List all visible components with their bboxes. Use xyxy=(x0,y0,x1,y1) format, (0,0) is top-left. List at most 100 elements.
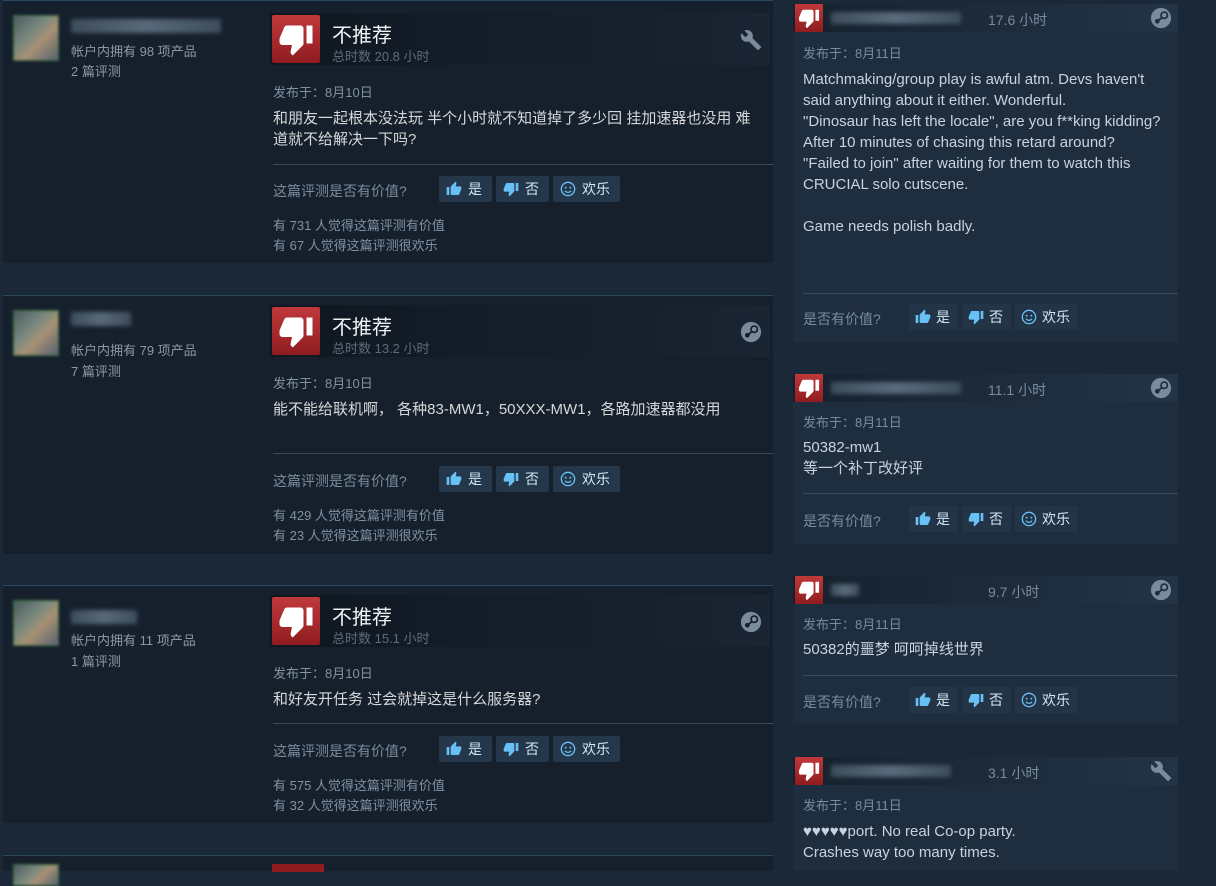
player-name[interactable] xyxy=(831,382,961,394)
divider xyxy=(803,675,1178,676)
thumbs-down-icon xyxy=(795,374,823,402)
wrench-icon xyxy=(1150,760,1172,782)
avatar[interactable] xyxy=(13,15,59,61)
vote-no-button[interactable]: 否 xyxy=(496,466,549,492)
vote-funny-label: 欢乐 xyxy=(1042,692,1070,708)
posted-date: 发布于：8月10日 xyxy=(273,376,373,391)
smiley-icon xyxy=(560,181,576,197)
vote-no-button[interactable]: 否 xyxy=(962,687,1011,713)
helpful-count: 有 575 人觉得这篇评测有价值 xyxy=(273,778,445,793)
review-card: 帐户内拥有 79 项产品 7 篇评测 不推荐 总时数 13.2 小时 发布于：8… xyxy=(3,295,773,554)
review-card: 9.7 小时 发布于：8月11日 50382的噩梦 呵呵掉线世界 是否有价值? … xyxy=(793,576,1178,724)
hours-played: 11.1 小时 xyxy=(988,382,1047,398)
vote-header[interactable]: 11.1 小时 xyxy=(793,374,1178,402)
thumbs-down-icon xyxy=(968,513,984,527)
player-name[interactable] xyxy=(71,19,221,33)
thumbs-up-icon xyxy=(915,511,931,525)
avatar[interactable] xyxy=(13,600,59,646)
review-count[interactable]: 2 篇评测 xyxy=(71,61,121,80)
vote-no-button[interactable]: 否 xyxy=(962,304,1011,330)
vote-no-button[interactable]: 否 xyxy=(496,736,549,762)
vote-header[interactable]: 9.7 小时 xyxy=(793,576,1178,604)
divider xyxy=(803,293,1178,294)
review-count[interactable]: 7 篇评测 xyxy=(71,361,121,380)
vote-header[interactable]: 不推荐 总时数 15.1 小时 xyxy=(270,595,770,647)
posted-date: 发布于：8月10日 xyxy=(273,85,373,100)
vote-header[interactable]: 不推荐 总时数 20.8 小时 xyxy=(270,13,770,65)
posted-date: 发布于：8月10日 xyxy=(273,666,373,681)
vote-yes-button[interactable]: 是 xyxy=(439,736,492,762)
vote-funny-label: 欢乐 xyxy=(582,471,610,487)
divider xyxy=(273,723,773,724)
vote-header[interactable]: 3.1 小时 xyxy=(793,757,1178,785)
thumbs-up-icon xyxy=(915,692,931,706)
thumbs-down-icon xyxy=(795,576,823,604)
steam-icon xyxy=(740,611,762,633)
player-name[interactable] xyxy=(71,610,137,624)
helpful-count: 有 731 人觉得这篇评测有价值 xyxy=(273,218,445,233)
helpful-question: 是否有价值? xyxy=(803,311,881,327)
divider xyxy=(273,164,773,165)
vote-funny-button[interactable]: 欢乐 xyxy=(1015,687,1078,713)
helpful-question: 这篇评测是否有价值? xyxy=(273,183,407,199)
review-author[interactable]: 帐户内拥有 98 项产品 2 篇评测 xyxy=(13,1,263,79)
vote-funny-button[interactable]: 欢乐 xyxy=(553,466,620,492)
thumbs-down-icon xyxy=(272,15,320,63)
smiley-icon xyxy=(1021,511,1037,527)
steam-icon xyxy=(1150,7,1172,29)
vote-yes-button[interactable]: 是 xyxy=(909,304,958,330)
funny-count: 有 23 人觉得这篇评测很欢乐 xyxy=(273,528,438,543)
funny-count: 有 67 人觉得这篇评测很欢乐 xyxy=(273,238,438,253)
thumbs-up-icon xyxy=(915,309,931,323)
player-name[interactable] xyxy=(71,312,131,326)
thumbs-down-icon xyxy=(272,597,320,645)
avatar[interactable] xyxy=(13,310,59,356)
reviews-page: 帐户内拥有 98 项产品 2 篇评测 不推荐 总时数 20.8 小时 发布于：8… xyxy=(0,0,1216,886)
vote-no-label: 否 xyxy=(525,181,539,197)
player-name[interactable] xyxy=(831,12,961,24)
wrench-icon xyxy=(740,29,762,51)
vote-header[interactable]: 17.6 小时 xyxy=(793,4,1178,32)
avatar[interactable] xyxy=(13,864,59,886)
review-count[interactable]: 1 篇评测 xyxy=(71,651,121,670)
products-owned: 帐户内拥有 11 项产品 xyxy=(71,633,196,648)
steam-icon xyxy=(1150,377,1172,399)
thumbs-up-icon xyxy=(446,181,462,195)
review-card: 帐户内拥有 11 项产品 1 篇评测 不推荐 总时数 15.1 小时 发布于：8… xyxy=(3,585,773,823)
player-name[interactable] xyxy=(831,765,951,777)
review-card: 3.1 小时 发布于：8月11日 ♥♥♥♥♥port. No real Co-o… xyxy=(793,757,1178,870)
vote-funny-label: 欢乐 xyxy=(582,181,610,197)
posted-date: 发布于：8月11日 xyxy=(803,617,902,632)
hours-played: 17.6 小时 xyxy=(988,12,1048,28)
vote-funny-button[interactable]: 欢乐 xyxy=(1015,304,1078,330)
hours-played: 总时数 13.2 小时 xyxy=(332,341,430,356)
vote-yes-label: 是 xyxy=(936,309,950,325)
vote-funny-button[interactable]: 欢乐 xyxy=(553,736,620,762)
hours-played: 9.7 小时 xyxy=(988,584,1040,600)
vote-no-label: 否 xyxy=(525,471,539,487)
helpful-question: 这篇评测是否有价值? xyxy=(273,743,407,759)
vote-header[interactable]: 不推荐 总时数 13.2 小时 xyxy=(270,305,770,357)
vote-funny-button[interactable]: 欢乐 xyxy=(1015,506,1078,532)
vote-no-button[interactable]: 否 xyxy=(962,506,1011,532)
thumbs-down-icon xyxy=(503,183,519,197)
vote-funny-button[interactable]: 欢乐 xyxy=(553,176,620,202)
review-author[interactable]: 帐户内拥有 79 项产品 7 篇评测 xyxy=(13,306,263,379)
vote-yes-button[interactable]: 是 xyxy=(909,506,958,532)
vote-no-button[interactable]: 否 xyxy=(496,176,549,202)
review-card: 11.1 小时 发布于：8月11日 50382-mw1 等一个补丁改好评 是否有… xyxy=(793,374,1178,544)
vote-yes-button[interactable]: 是 xyxy=(439,176,492,202)
vote-yes-button[interactable]: 是 xyxy=(439,466,492,492)
thumbs-down-icon xyxy=(503,473,519,487)
helpful-question: 是否有价值? xyxy=(803,513,881,529)
vote-yes-label: 是 xyxy=(468,181,482,197)
thumbs-down-icon xyxy=(272,864,324,872)
review-author[interactable]: 帐户内拥有 11 项产品 1 篇评测 xyxy=(13,596,263,669)
vote-funny-label: 欢乐 xyxy=(1042,511,1070,527)
vote-yes-button[interactable]: 是 xyxy=(909,687,958,713)
smiley-icon xyxy=(1021,692,1037,708)
smiley-icon xyxy=(560,741,576,757)
posted-date: 发布于：8月11日 xyxy=(803,798,902,813)
verdict-title: 不推荐 xyxy=(332,25,392,47)
player-name[interactable] xyxy=(831,584,859,596)
